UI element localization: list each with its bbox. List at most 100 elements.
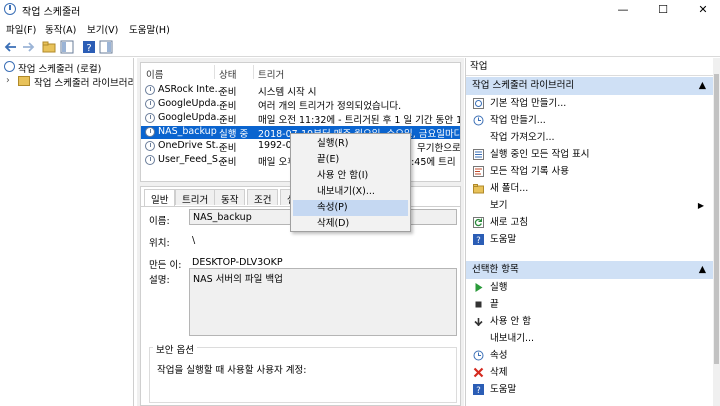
- table-row[interactable]: GoogleUpda... 준비 매일 오전 11:32에 - 트리거된 후 1…: [141, 112, 461, 126]
- actions-header: 작업: [466, 58, 714, 76]
- back-arrow-icon[interactable]: [4, 40, 18, 54]
- action-label: 실행 중인 모든 작업 표시: [490, 149, 590, 160]
- action-delete[interactable]: 삭제: [466, 364, 714, 381]
- action-label: 실행: [490, 282, 508, 293]
- stop-icon: [475, 301, 482, 308]
- context-export[interactable]: 내보내기(X)...: [293, 184, 408, 200]
- tab-triggers[interactable]: 트리거: [175, 189, 216, 206]
- action-create-basic-task[interactable]: 기본 작업 만들기...: [466, 95, 714, 112]
- expand-chevron-icon[interactable]: ›: [6, 75, 10, 86]
- author-label: 만든 이:: [149, 260, 182, 271]
- action-create-task[interactable]: 작업 만들기...: [466, 112, 714, 129]
- show-hide-action-pane-icon[interactable]: [99, 40, 113, 54]
- action-label: 속성: [490, 350, 508, 361]
- location-label: 위치:: [149, 238, 170, 249]
- action-label: 보기: [490, 200, 508, 211]
- task-name: User_Feed_S...: [158, 154, 227, 165]
- context-disable[interactable]: 사용 안 함(I): [293, 168, 408, 184]
- section-header-library[interactable]: 작업 스케줄러 라이브러리 ▲: [466, 77, 714, 95]
- description-field[interactable]: NAS 서버의 파일 백업: [189, 268, 457, 336]
- context-run[interactable]: 실행(R): [293, 136, 408, 152]
- action-import-task[interactable]: 작업 가져오기...: [466, 129, 714, 146]
- menu-bar: 파일(F) 동작(A) 보기(V) 도움말(H): [0, 19, 720, 37]
- history-icon: [473, 166, 484, 177]
- folder-up-icon[interactable]: [42, 40, 56, 54]
- menu-view[interactable]: 보기(V): [87, 22, 118, 36]
- console-tree: 작업 스케줄러 (로컬) › 작업 스케줄러 라이브러리: [0, 58, 134, 406]
- tree-item-label: 작업 스케줄러 라이브러리: [34, 78, 134, 89]
- action-properties[interactable]: 속성: [466, 347, 714, 364]
- menu-help[interactable]: 도움말(H): [129, 22, 170, 36]
- action-help[interactable]: ? 도움말: [466, 231, 714, 248]
- task-name: ASRock Inte...: [158, 84, 224, 95]
- submenu-arrow-icon: ▶: [697, 201, 704, 210]
- action-help-selected[interactable]: ? 도움말: [466, 381, 714, 398]
- run-icon: [475, 283, 483, 292]
- context-delete[interactable]: 삭제(D): [293, 216, 408, 232]
- task-status: 실행 중: [219, 129, 249, 140]
- task-status: 준비: [219, 143, 237, 154]
- action-new-folder[interactable]: 새 폴더...: [466, 180, 714, 197]
- action-enable-history[interactable]: 모든 작업 기록 사용: [466, 163, 714, 180]
- clock-icon: [145, 113, 155, 123]
- author-value: DESKTOP-DLV3OKP: [192, 257, 283, 268]
- collapse-chevron-icon[interactable]: ▲: [699, 77, 706, 95]
- refresh-icon: [473, 217, 484, 228]
- actions-scrollbar[interactable]: [713, 58, 720, 406]
- task-name: GoogleUpda...: [158, 112, 226, 123]
- menu-action[interactable]: 동작(A): [45, 22, 76, 36]
- task-status: 준비: [219, 157, 237, 168]
- tab-general[interactable]: 일반: [144, 189, 176, 206]
- action-label: 작업 만들기...: [490, 115, 546, 126]
- middle-pane: 이름 상태 트리거 ASRock Inte... 준비 시스템 시작 시 Goo…: [137, 58, 464, 406]
- tab-actions[interactable]: 동작: [214, 189, 246, 206]
- security-options-header: 보안 옵션: [153, 342, 197, 356]
- column-header-status[interactable]: 상태: [219, 67, 236, 81]
- action-disable[interactable]: 사용 안 함: [466, 313, 714, 330]
- context-properties[interactable]: 속성(P): [293, 200, 408, 216]
- scrollbar-thumb[interactable]: [714, 74, 719, 364]
- forward-arrow-icon[interactable]: [21, 40, 35, 54]
- column-header-name[interactable]: 이름: [146, 67, 163, 81]
- show-hide-tree-icon[interactable]: [60, 40, 74, 54]
- help-icon[interactable]: ?: [82, 40, 96, 54]
- description-label: 설명:: [149, 275, 170, 286]
- help-icon: ?: [473, 384, 484, 395]
- action-label: 새 폴더...: [490, 183, 529, 194]
- table-row[interactable]: GoogleUpda... 준비 여러 개의 트리거가 정의되었습니다.: [141, 98, 460, 112]
- tab-conditions[interactable]: 조건: [247, 189, 279, 206]
- action-show-running[interactable]: 실행 중인 모든 작업 표시: [466, 146, 714, 163]
- minimize-button[interactable]: —: [606, 0, 640, 19]
- menu-file[interactable]: 파일(F): [6, 22, 36, 36]
- task-trigger: 매일 오전 11:32에 - 트리거된 후 1 일 기간 동안 1: [258, 115, 461, 126]
- action-export[interactable]: 내보내기...: [466, 330, 714, 347]
- running-tasks-icon: [473, 149, 484, 160]
- column-divider[interactable]: [214, 65, 215, 79]
- close-button[interactable]: ✕: [686, 0, 720, 19]
- column-header-trigger[interactable]: 트리거: [258, 67, 284, 81]
- svg-text:?: ?: [476, 236, 481, 245]
- action-run[interactable]: 실행: [466, 279, 714, 296]
- tree-item-label: 작업 스케줄러 (로컬): [18, 64, 102, 75]
- action-end[interactable]: 끝: [466, 296, 714, 313]
- clock-icon: [145, 155, 155, 165]
- maximize-button[interactable]: ☐: [646, 0, 680, 19]
- clock-icon: [145, 99, 155, 109]
- section-header-selected-item[interactable]: 선택한 항목 ▲: [466, 261, 714, 279]
- title-bar: 작업 스케줄러 — ☐ ✕: [0, 0, 720, 19]
- task-trigger: 시스템 시작 시: [258, 87, 317, 98]
- action-label: 새로 고침: [490, 217, 528, 228]
- folder-icon: [473, 184, 484, 194]
- table-row[interactable]: ASRock Inte... 준비 시스템 시작 시: [141, 84, 460, 98]
- action-view[interactable]: 보기 ▶: [466, 197, 714, 214]
- task-status: 준비: [219, 101, 237, 112]
- action-label: 기본 작업 만들기...: [490, 98, 567, 109]
- context-end[interactable]: 끝(E): [293, 152, 408, 168]
- column-divider[interactable]: [253, 65, 254, 79]
- task-trigger-tail: 무기한으로: [417, 143, 461, 154]
- action-label: 사용 안 함: [490, 316, 531, 327]
- action-refresh[interactable]: 새로 고침: [466, 214, 714, 231]
- task-name: NAS_backup: [158, 126, 217, 137]
- collapse-chevron-icon[interactable]: ▲: [699, 261, 706, 279]
- clock-icon: [145, 141, 155, 151]
